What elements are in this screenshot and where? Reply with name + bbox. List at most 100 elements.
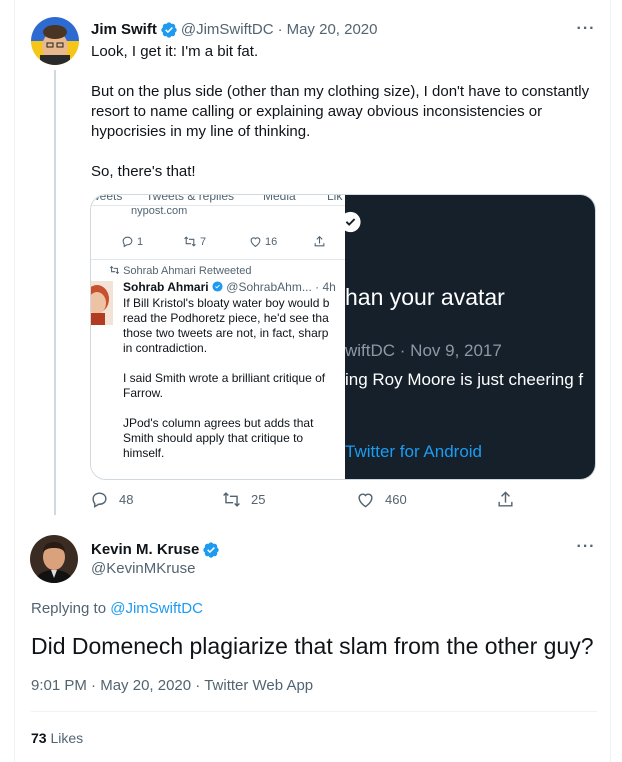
tabs-divider [91,205,345,206]
verified-badge-icon [212,281,223,292]
like-count: 460 [385,492,407,507]
tweet-media[interactable]: weets Tweets & replies Media Lik nypost.… [90,194,596,480]
text-line: those two tweets are not, in fact, sharp [123,326,329,340]
text-line: Farrow. [123,386,164,400]
embedded-avatar [91,281,113,325]
share-icon [498,491,513,507]
tweet-source[interactable]: Twitter Web App [204,677,313,694]
text-line: in contradiction. [123,341,208,355]
text-line: So, there's that! [91,163,196,180]
reply-button[interactable]: 48 [90,490,133,509]
tab-tweets: weets [91,195,123,203]
heart-icon [358,493,373,508]
more-options-icon[interactable]: ··· [576,21,596,42]
likes-summary[interactable]: 73 Likes [31,729,83,747]
text-line [123,356,345,371]
tweet-time[interactable]: 9:01 PM [31,677,87,694]
separator-dot: · [277,21,283,38]
replying-to: Replying to @JimSwiftDC [31,599,203,619]
author-handle[interactable]: @KevinMKruse [91,559,195,579]
embedded-retweet-count: 7 [200,235,207,248]
retweet-button[interactable]: 25 [222,490,265,509]
parent-action-bar: 48 25 460 [90,490,600,514]
replying-to-link[interactable]: @JimSwiftDC [110,600,203,617]
embedded-separator [91,259,345,260]
cropped-text: ing Roy Moore is just cheering f [345,370,584,389]
avatar[interactable] [30,535,78,583]
likes-count: 73 [31,730,47,746]
tab-likes: Lik [327,195,343,203]
author-handle[interactable]: @JimSwiftDC [181,20,274,40]
tweet-date[interactable]: May 20, 2020 [287,20,378,40]
cropped-heading: han your avatar [345,284,505,310]
retweet-icon [184,236,196,247]
embedded-like-count: 16 [265,235,278,248]
parent-tweet-header: Jim Swift @JimSwiftDC · May 20, 2020 [91,20,378,40]
kevin-kruse-avatar-image [30,535,78,583]
parent-tweet-text: Look, I get it: I'm a bit fat. But on th… [91,42,601,202]
embedded-author-handle: @SohrabAhm... [226,280,312,294]
main-tweet-text: Did Domenech plagiarize that slam from t… [31,633,594,659]
text-line: read the Podhoretz piece, he'd see tha [123,311,329,325]
retweet-notice-text: Sohrab Ahmari Retweeted [123,265,252,277]
retweet-icon [109,265,120,275]
main-tweet-author: Kevin M. Kruse [91,540,223,560]
author-name[interactable]: Jim Swift [91,20,157,40]
jim-swift-avatar-image [31,17,79,65]
embedded-tweet-header: Sohrab Ahmari @SohrabAhm... · 4h [123,280,336,294]
tweet-paragraph: Look, I get it: I'm a bit fat. [91,42,601,62]
text-line: hypocrisies in my line of thinking. [91,123,311,140]
reply-icon [92,492,107,508]
retweet-count: 25 [251,492,266,507]
replying-to-label: Replying to [31,600,107,617]
like-button[interactable]: 460 [356,490,407,509]
heart-icon [250,237,261,248]
verified-badge-icon [203,542,220,558]
media-right-screenshot: han your avatar wiftDC · Nov 9, 2017 ing… [345,195,595,479]
sohrab-avatar-image [91,281,113,325]
tweet-paragraph: But on the plus side (other than my clot… [91,82,601,142]
text-line: JPod's column agrees but adds that [123,416,314,430]
link-url: nypost.com [131,205,188,217]
share-button[interactable] [496,490,515,509]
separator-dot: · [91,677,97,694]
share-icon [314,235,325,247]
avatar[interactable] [31,17,79,65]
text-line: If Bill Kristol's bloaty water boy would… [123,296,330,310]
divider [31,711,597,712]
tweet-date[interactable]: May 20, 2020 [100,677,191,694]
embedded-share [313,235,326,248]
reply-count: 48 [119,492,134,507]
verified-badge-icon [345,211,361,233]
text-line: Look, I get it: I'm a bit fat. [91,43,259,60]
likes-label: Likes [50,730,84,746]
text-line: But on the plus side (other than my clot… [91,83,590,100]
cropped-source: Twitter for Android [345,442,483,461]
retweet-notice: Sohrab Ahmari Retweeted [109,265,251,277]
text-line [123,401,345,416]
tweet-metadata: 9:01 PM · May 20, 2020 · Twitter Web App [31,676,313,696]
text-line: I said Smith wrote a brilliant critique … [123,371,326,385]
thread-connector [54,70,56,515]
text-line: Smith should apply that critique to [123,431,304,445]
embedded-reply-count: 1 [137,235,144,248]
tab-media: Media [263,195,296,203]
embedded-time: · 4h [315,280,336,294]
separator-dot: · [195,677,201,694]
cropped-meta: wiftDC · Nov 9, 2017 [345,341,502,360]
media-left-screenshot: weets Tweets & replies Media Lik nypost.… [91,195,345,479]
retweet-icon [223,492,240,507]
text-line: resort to name calling or explaining awa… [91,103,543,120]
text-line: himself. [123,446,165,460]
embedded-tweet-body: If Bill Kristol's bloaty water boy would… [123,296,345,461]
embedded-retweet: 7 [183,235,206,248]
embedded-like: 16 [249,235,277,248]
reply-icon [122,236,133,248]
more-options-icon[interactable]: ··· [576,539,596,560]
embedded-author-name: Sohrab Ahmari [123,280,209,294]
verified-badge-icon [161,22,177,38]
tab-tweets-replies: Tweets & replies [146,195,235,203]
tweet-paragraph: So, there's that! [91,162,601,182]
embedded-reply: 1 [121,235,143,248]
author-name[interactable]: Kevin M. Kruse [91,540,199,560]
